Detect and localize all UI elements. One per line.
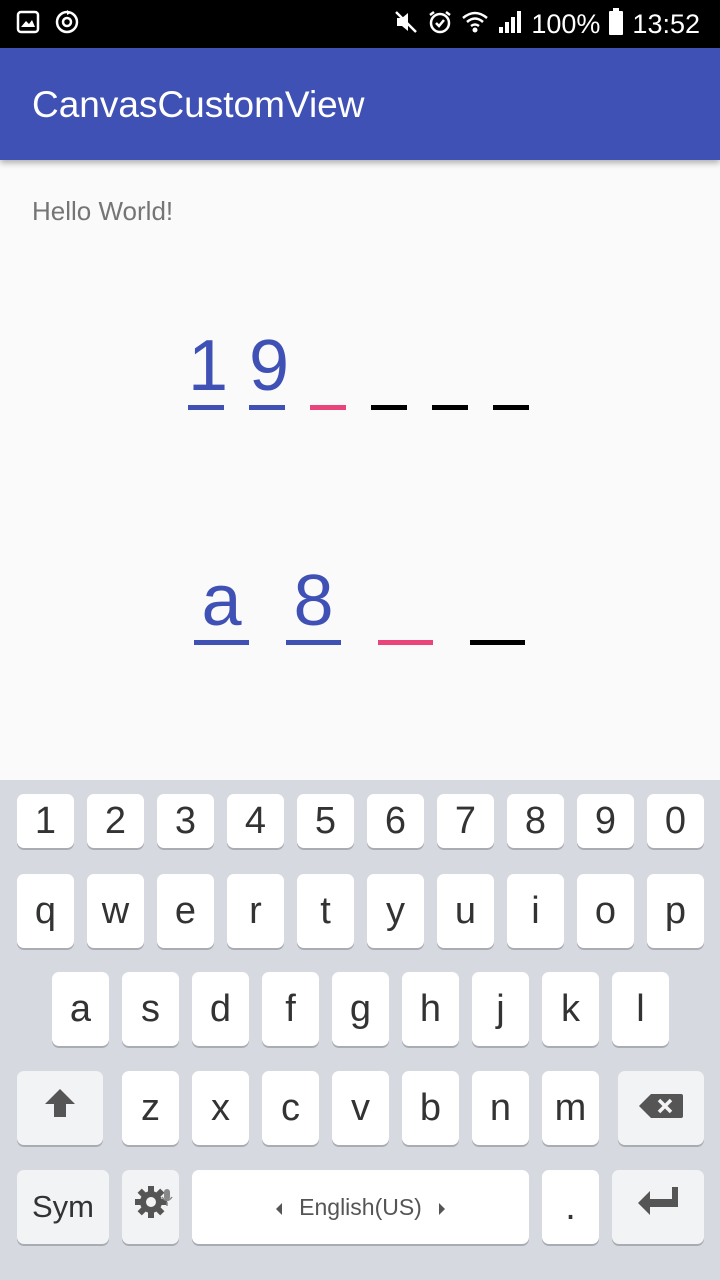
key-s[interactable]: s: [122, 972, 179, 1046]
signal-icon: [497, 9, 523, 40]
key-0[interactable]: 0: [647, 794, 704, 848]
pin-underline: [194, 640, 249, 645]
status-bar-left: [16, 0, 80, 48]
key-y[interactable]: y: [367, 874, 424, 948]
pin-cell[interactable]: 9: [249, 310, 290, 410]
key-7[interactable]: 7: [437, 794, 494, 848]
app-bar: CanvasCustomView: [0, 48, 720, 160]
key-6[interactable]: 6: [367, 794, 424, 848]
key-g[interactable]: g: [332, 972, 389, 1046]
pin-underline: [249, 405, 285, 410]
pin-digit: 1: [188, 326, 229, 406]
wifi-icon: [461, 9, 489, 40]
key-4[interactable]: 4: [227, 794, 284, 848]
key-c[interactable]: c: [262, 1071, 319, 1145]
pin-cell[interactable]: [378, 545, 433, 645]
pin-underline: [371, 405, 407, 410]
key-z[interactable]: z: [122, 1071, 179, 1145]
key-w[interactable]: w: [87, 874, 144, 948]
key-b[interactable]: b: [402, 1071, 459, 1145]
soft-keyboard: 1 2 3 4 5 6 7 8 9 0 q w e r t y u i o p …: [0, 780, 720, 1280]
pin-view-four-char[interactable]: a 8: [0, 545, 720, 645]
battery-icon: [608, 7, 624, 41]
space-key[interactable]: English(US): [192, 1170, 529, 1244]
pin-underline: [286, 640, 341, 645]
space-language-label: English(US): [299, 1193, 422, 1220]
key-t[interactable]: t: [297, 874, 354, 948]
shift-icon: [42, 1085, 78, 1131]
pin-underline: [493, 405, 529, 410]
backspace-icon: [637, 1087, 685, 1130]
pin-underline: [378, 640, 433, 645]
gear-icon: [132, 1183, 170, 1231]
key-o[interactable]: o: [577, 874, 634, 948]
key-2[interactable]: 2: [87, 794, 144, 848]
key-j[interactable]: j: [472, 972, 529, 1046]
alarm-icon: [427, 9, 453, 40]
pin-cell[interactable]: 8: [286, 545, 341, 645]
pin-cell[interactable]: [470, 545, 525, 645]
pin-digit: 9: [249, 326, 290, 406]
period-key[interactable]: .: [542, 1170, 599, 1244]
key-m[interactable]: m: [542, 1071, 599, 1145]
pin-cell[interactable]: 1: [188, 310, 229, 410]
key-5[interactable]: 5: [297, 794, 354, 848]
key-3[interactable]: 3: [157, 794, 214, 848]
key-f[interactable]: f: [262, 972, 319, 1046]
backspace-key[interactable]: [618, 1071, 704, 1145]
pin-view-six-digit[interactable]: 1 9: [0, 310, 720, 410]
key-1[interactable]: 1: [17, 794, 74, 848]
mute-icon: [393, 9, 419, 40]
enter-key[interactable]: [612, 1170, 704, 1244]
key-h[interactable]: h: [402, 972, 459, 1046]
pin-underline: [188, 405, 224, 410]
pin-digit: 8: [293, 561, 334, 641]
shift-key[interactable]: [17, 1071, 103, 1145]
key-d[interactable]: d: [192, 972, 249, 1046]
pin-underline: [470, 640, 525, 645]
status-bar: 100% 13:52: [0, 0, 720, 48]
status-bar-right: 100% 13:52: [393, 0, 700, 48]
pin-cell[interactable]: a: [194, 545, 249, 645]
enter-icon: [636, 1185, 680, 1229]
chevron-right-icon: [438, 1194, 446, 1221]
key-8[interactable]: 8: [507, 794, 564, 848]
key-i[interactable]: i: [507, 874, 564, 948]
key-r[interactable]: r: [227, 874, 284, 948]
settings-key[interactable]: [122, 1170, 179, 1244]
key-9[interactable]: 9: [577, 794, 634, 848]
clock: 13:52: [632, 8, 700, 39]
key-p[interactable]: p: [647, 874, 704, 948]
pin-cell[interactable]: [432, 310, 468, 410]
key-v[interactable]: v: [332, 1071, 389, 1145]
key-a[interactable]: a: [52, 972, 109, 1046]
key-u[interactable]: u: [437, 874, 494, 948]
key-x[interactable]: x: [192, 1071, 249, 1145]
pin-underline: [310, 405, 346, 410]
pin-digit: a: [201, 561, 242, 641]
key-n[interactable]: n: [472, 1071, 529, 1145]
key-k[interactable]: k: [542, 972, 599, 1046]
pin-cell[interactable]: [371, 310, 407, 410]
sym-key[interactable]: Sym: [17, 1170, 109, 1244]
battery-percent: 100%: [531, 8, 601, 39]
key-q[interactable]: q: [17, 874, 74, 948]
key-l[interactable]: l: [612, 972, 669, 1046]
microphone-icon: [161, 1174, 173, 1217]
sync-icon: [54, 9, 80, 40]
gallery-icon: [16, 10, 40, 39]
hello-text: Hello World!: [32, 196, 174, 226]
pin-cell[interactable]: [493, 310, 529, 410]
pin-cell[interactable]: [310, 310, 346, 410]
chevron-left-icon: [275, 1194, 283, 1221]
app-title: CanvasCustomView: [32, 84, 365, 125]
key-e[interactable]: e: [157, 874, 214, 948]
pin-underline: [432, 405, 468, 410]
